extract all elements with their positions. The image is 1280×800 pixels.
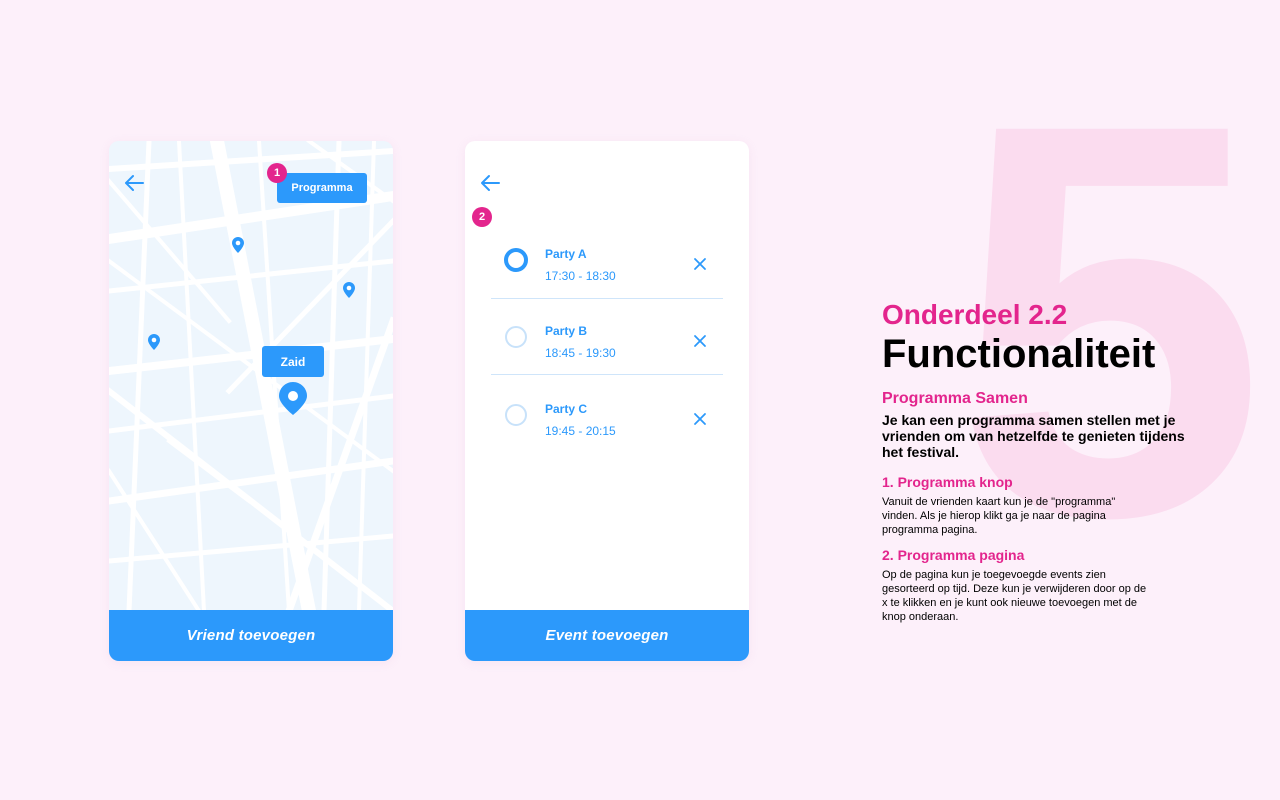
back-arrow-icon[interactable] <box>123 173 145 193</box>
friend-location-pin-icon[interactable] <box>148 334 160 350</box>
item-text-1: Vanuit de vrienden kaart kun je de "prog… <box>882 496 1116 536</box>
event-name: Party C <box>545 402 588 416</box>
step-badge-1: 1 <box>267 163 287 183</box>
section-label: Onderdeel 2.2 <box>882 299 1068 330</box>
feature-intro: Je kan een programma samen stellen met j… <box>882 412 1185 460</box>
event-time: 17:30 - 18:30 <box>545 269 616 283</box>
friend-name-label: Zaid <box>262 346 324 377</box>
friend-location-pin-icon[interactable] <box>232 237 244 253</box>
back-arrow-icon[interactable] <box>479 173 501 193</box>
divider <box>491 298 723 299</box>
event-item: Party C 19:45 - 20:15 <box>491 390 723 466</box>
event-item: Party A 17:30 - 18:30 <box>491 235 723 311</box>
selected-friend-pin-icon[interactable] <box>279 382 307 415</box>
item-title-2: 2. Programma pagina <box>882 547 1025 563</box>
event-item: Party B 18:45 - 19:30 <box>491 312 723 388</box>
city-map[interactable] <box>109 141 393 611</box>
close-icon[interactable] <box>693 257 707 271</box>
item-text-2: Op de pagina kun je toegevoegde events z… <box>882 569 1147 623</box>
add-friend-button[interactable]: Vriend toevoegen <box>109 610 393 661</box>
event-name: Party B <box>545 324 588 338</box>
item-title-1: 1. Programma knop <box>882 474 1013 490</box>
friends-map-screen: Programma 1 Zaid Vriend toevoegen <box>109 141 393 661</box>
event-select-radio[interactable] <box>505 326 527 348</box>
programma-button[interactable]: Programma <box>277 173 367 203</box>
add-event-button[interactable]: Event toevoegen <box>465 610 749 661</box>
info-panel: Onderdeel 2.2 Functionaliteit Programma … <box>882 298 1202 624</box>
close-icon[interactable] <box>693 412 707 426</box>
friend-location-pin-icon[interactable] <box>343 282 355 298</box>
close-icon[interactable] <box>693 334 707 348</box>
page-title: Functionaliteit <box>882 332 1156 376</box>
event-name: Party A <box>545 247 587 261</box>
event-select-radio[interactable] <box>505 404 527 426</box>
divider <box>491 374 723 375</box>
event-select-radio[interactable] <box>504 248 528 272</box>
event-time: 18:45 - 19:30 <box>545 346 616 360</box>
feature-title: Programma Samen <box>882 390 1028 407</box>
event-time: 19:45 - 20:15 <box>545 424 616 438</box>
program-screen: 2 Party A 17:30 - 18:30 Party B 18:45 - … <box>465 141 749 661</box>
step-badge-2: 2 <box>472 207 492 227</box>
